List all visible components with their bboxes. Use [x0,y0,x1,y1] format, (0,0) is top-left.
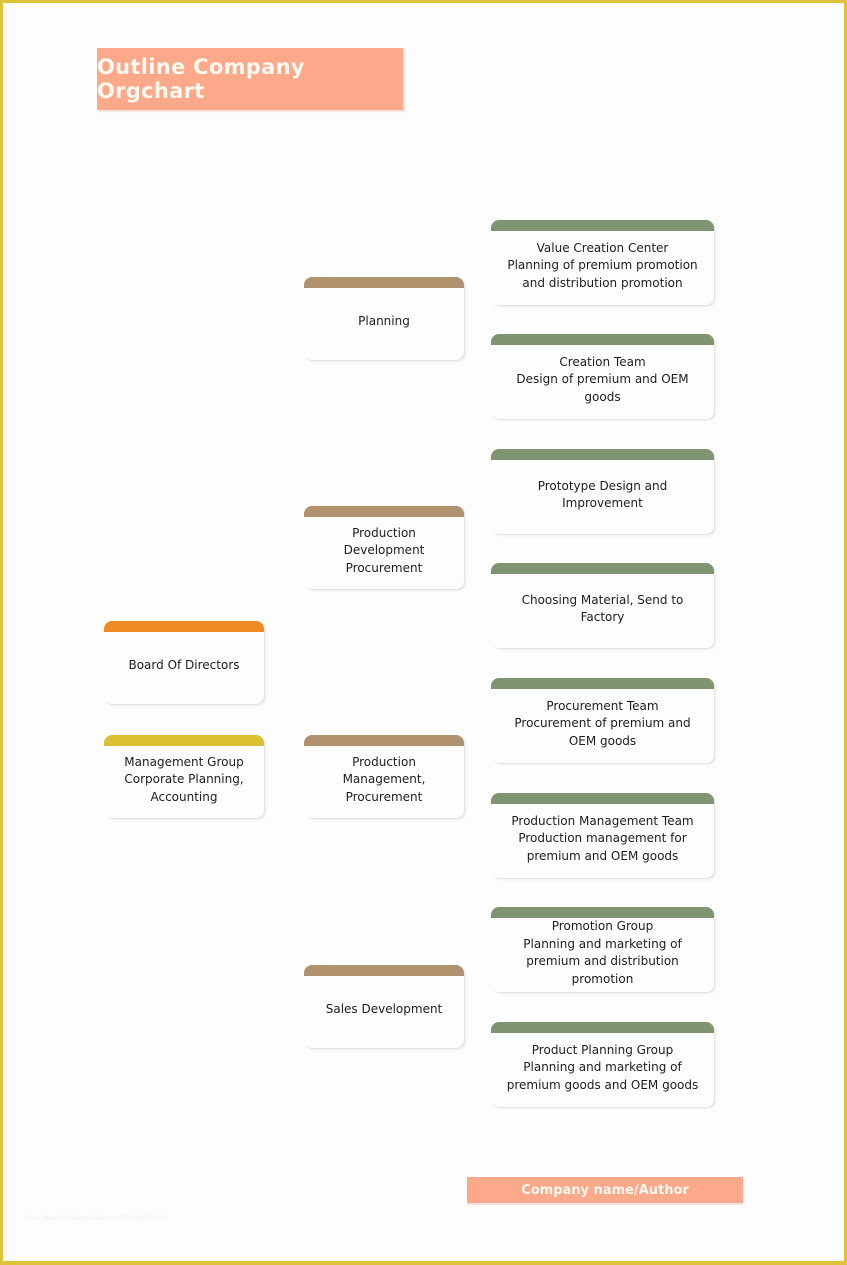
chart-title: Outline Company Orgchart [97,48,403,110]
node-header-bar [491,793,714,804]
node-label: Creation Team Design of premium and OEM … [516,354,689,404]
node-value-creation-center[interactable]: Value Creation Center Planning of premiu… [491,220,714,305]
node-promotion-group[interactable]: Promotion Group Planning and marketing o… [491,907,714,992]
node-production-management-team[interactable]: Production Management Team Production ma… [491,793,714,878]
node-label: Production Management, Procurement [342,754,426,804]
watermark-text: ssuuwwmmaaacaaccountingslocom [25,1213,169,1222]
node-label: Promotion Group Planning and marketing o… [523,919,682,986]
node-production-development[interactable]: Production Development Procurement [304,506,464,589]
node-label: Production Management Team Production ma… [511,813,694,863]
node-label: Choosing Material, Send to Factory [521,592,684,625]
node-production-management[interactable]: Production Management, Procurement [304,735,464,818]
node-management-group[interactable]: Management Group Corporate Planning, Acc… [104,735,264,818]
node-label: Procurement Team Procurement of premium … [514,698,691,748]
node-label: Prototype Design and Improvement [537,478,668,511]
node-sales-development[interactable]: Sales Development [304,965,464,1048]
node-header-bar [491,449,714,460]
node-header-bar [491,220,714,231]
node-header-bar [304,965,464,976]
node-planning[interactable]: Planning [304,277,464,360]
node-choosing-material[interactable]: Choosing Material, Send to Factory [491,563,714,648]
node-creation-team[interactable]: Creation Team Design of premium and OEM … [491,334,714,419]
node-header-bar [304,506,464,517]
node-label: Sales Development [325,1002,443,1017]
node-header-bar [304,735,464,746]
company-author-label: Company name/Author [467,1177,743,1203]
node-label: Management Group Corporate Planning, Acc… [124,754,244,804]
node-label: Board Of Directors [128,658,240,673]
node-header-bar [491,334,714,345]
node-label: Production Development Procurement [343,525,425,575]
node-label: Value Creation Center Planning of premiu… [507,240,698,290]
node-label: Product Planning Group Planning and mark… [506,1042,699,1092]
node-product-planning-group[interactable]: Product Planning Group Planning and mark… [491,1022,714,1107]
node-header-bar [491,907,714,918]
node-label: Planning [358,314,410,329]
node-header-bar [104,621,264,632]
node-header-bar [491,1022,714,1033]
node-header-bar [491,563,714,574]
node-prototype-design[interactable]: Prototype Design and Improvement [491,449,714,534]
node-header-bar [304,277,464,288]
node-procurement-team[interactable]: Procurement Team Procurement of premium … [491,678,714,763]
node-board-of-directors[interactable]: Board Of Directors [104,621,264,704]
node-header-bar [104,735,264,746]
node-header-bar [491,678,714,689]
